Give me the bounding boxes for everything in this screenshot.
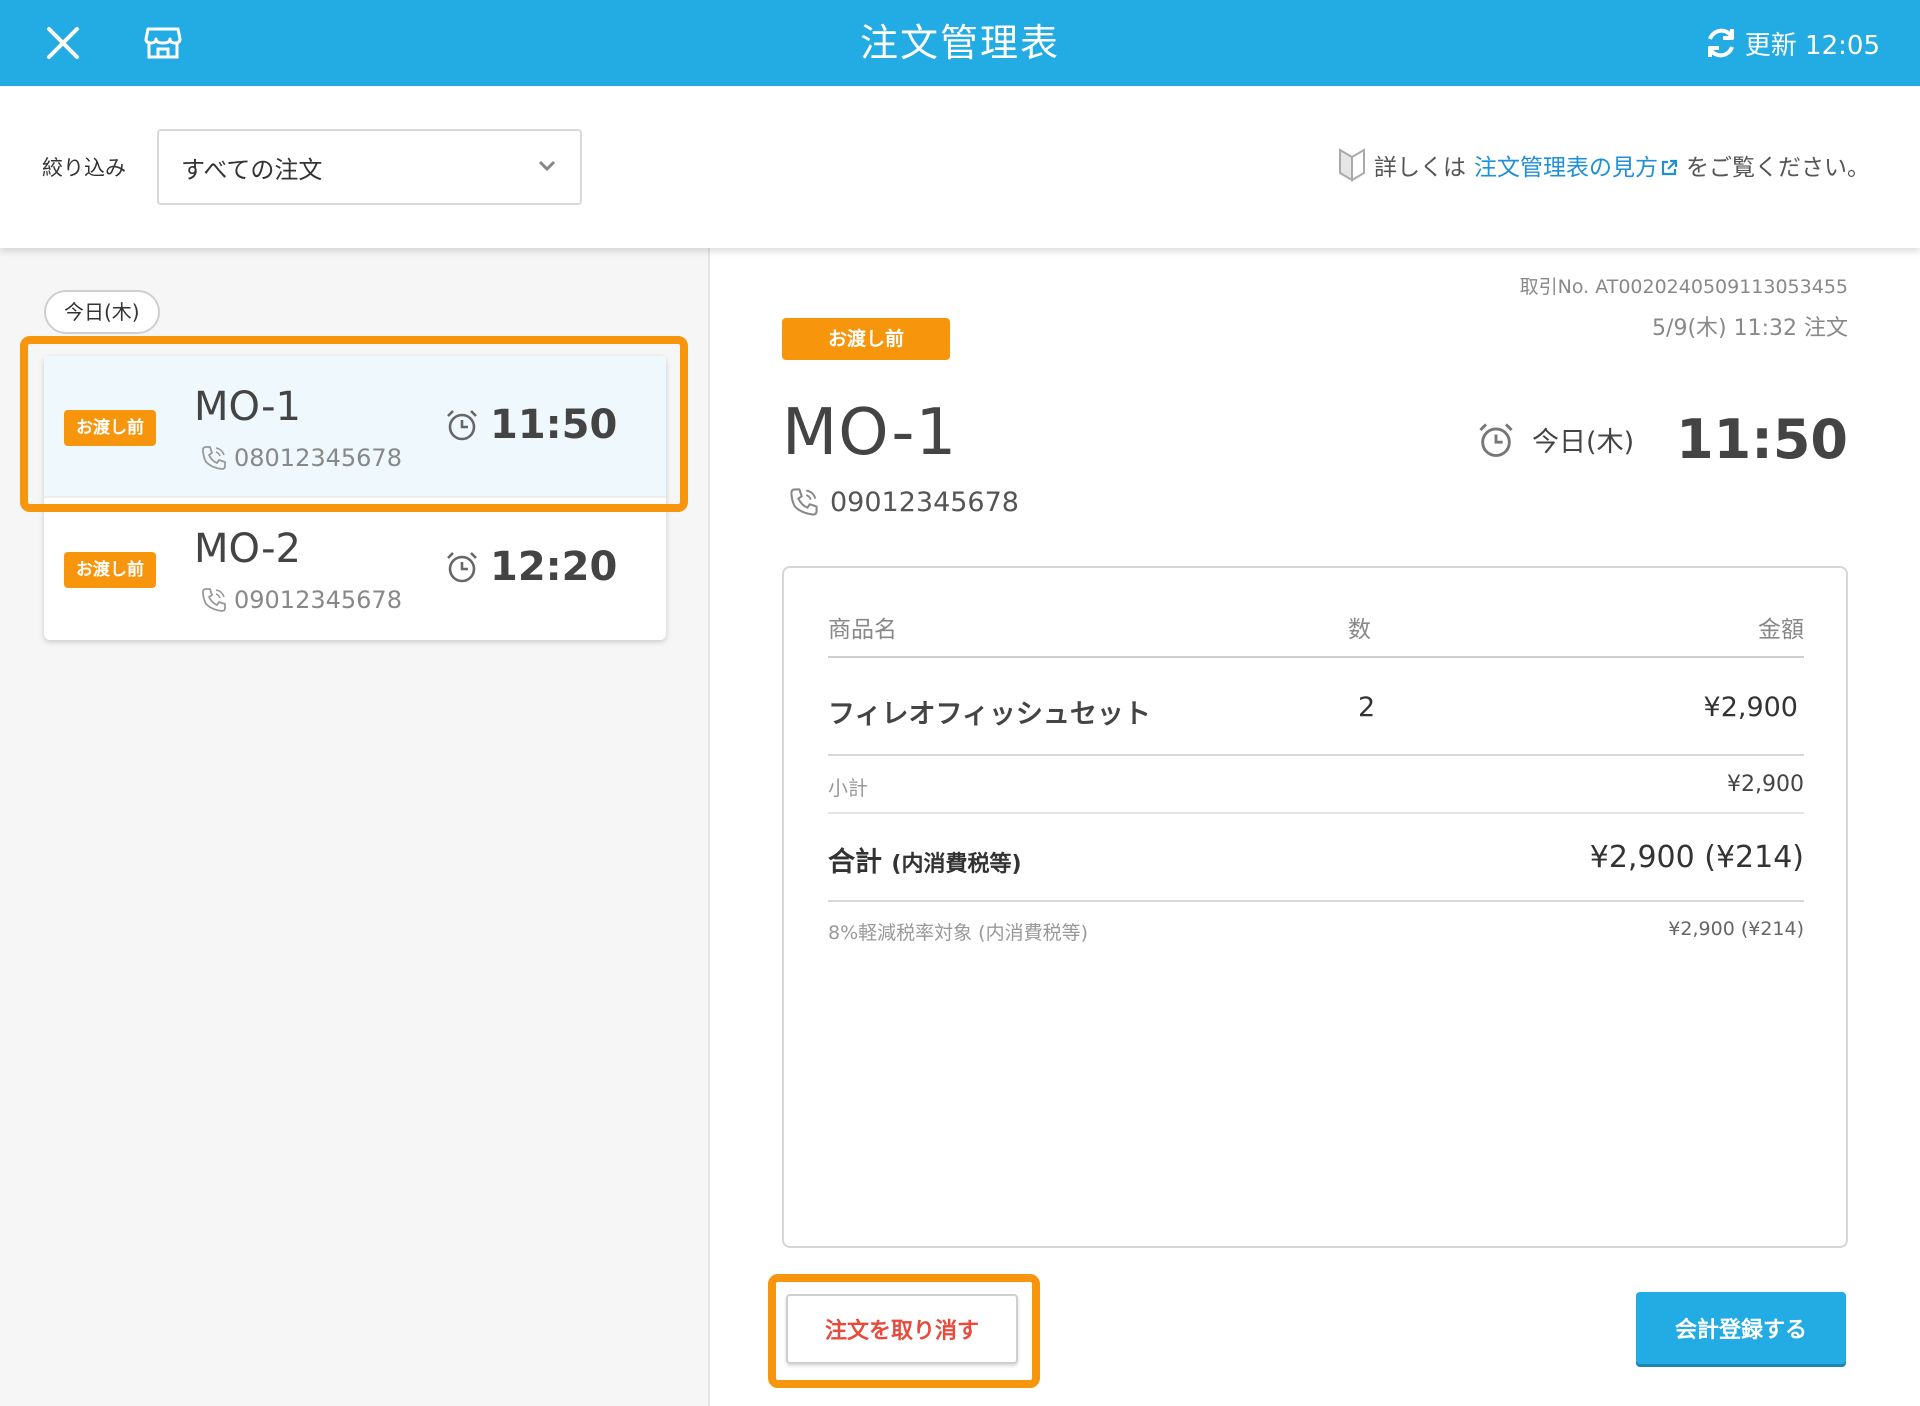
item-row: フィレオフィッシュセット 2 ¥2,900 — [828, 660, 1804, 756]
store-icon — [144, 27, 182, 59]
tax-row: 8%軽減税率対象 (内消費税等) ¥2,900 (¥214) — [828, 904, 1804, 958]
col-product: 商品名 — [828, 617, 897, 643]
app-header: 注文管理表 更新 12:05 — [0, 0, 1920, 86]
order-phone: 09012345678 — [200, 586, 402, 614]
order-time-value: 11:50 — [490, 402, 618, 448]
detail-phone: 09012345678 — [788, 486, 1019, 518]
item-name: フィレオフィッシュセット — [828, 699, 1151, 730]
detail-status-badge: お渡し前 — [782, 318, 951, 360]
order-name: MO-2 — [194, 526, 301, 572]
item-amount: ¥2,900 — [1703, 692, 1798, 723]
phone-icon — [202, 588, 226, 612]
beginner-mark-icon — [1339, 148, 1365, 182]
filter-bar: 絞り込み すべての注文 詳しくは 注文管理表の見方 をご覧ください。 — [0, 86, 1920, 248]
page-title: 注文管理表 — [859, 21, 1060, 65]
subtotal-label: 小計 — [828, 776, 868, 800]
info-suffix: をご覧ください。 — [1686, 155, 1870, 181]
detail-due: 今日(木) 11:50 — [1476, 408, 1848, 471]
items-header: 商品名 数 金額 — [828, 590, 1804, 658]
filter-select[interactable]: すべての注文 — [157, 129, 582, 205]
transaction-number: 取引No. AT0020240509113053455 — [1519, 276, 1848, 298]
subtotal-value: ¥2,900 — [1727, 772, 1804, 797]
status-badge: お渡し前 — [64, 410, 156, 446]
detail-order-name: MO-1 — [782, 396, 958, 470]
order-items-box: 商品名 数 金額 フィレオフィッシュセット 2 ¥2,900 小計 ¥2,900… — [782, 566, 1848, 1248]
col-amount: 金額 — [1758, 617, 1804, 643]
refresh-icon — [1707, 28, 1734, 58]
help-link[interactable]: 注文管理表の見方 — [1474, 148, 1678, 182]
chevron-down-icon — [538, 160, 556, 172]
tax-label: 8%軽減税率対象 (内消費税等) — [828, 922, 1089, 944]
subtotal-row: 小計 ¥2,900 — [828, 758, 1804, 814]
order-datetime: 5/9(木) 11:32 注文 — [1652, 316, 1848, 341]
detail-phone-number: 09012345678 — [830, 486, 1019, 518]
total-sub-label: (内消費税等) — [891, 852, 1022, 877]
phone-icon — [790, 488, 818, 516]
order-list: お渡し前 MO-1 08012345678 11:50 お渡し前 MO-2 09… — [44, 356, 666, 640]
refresh-button[interactable]: 更新 12:05 — [1703, 22, 1880, 64]
total-row: 合計 (内消費税等) ¥2,900 (¥214) — [828, 816, 1804, 902]
close-icon — [47, 27, 79, 59]
help-info: 詳しくは 注文管理表の見方 をご覧ください。 — [1338, 148, 1870, 182]
alarm-clock-icon — [447, 410, 477, 441]
due-day: 今日(木) — [1532, 427, 1635, 458]
order-phone-number: 09012345678 — [234, 586, 402, 614]
order-detail-pane: 取引No. AT0020240509113053455 5/9(木) 11:32… — [712, 248, 1920, 1406]
order-time: 11:50 — [444, 402, 617, 448]
date-pill: 今日(木) — [44, 290, 160, 334]
total-label-group: 合計 (内消費税等) — [828, 840, 1022, 879]
item-qty: 2 — [1358, 692, 1376, 723]
alarm-clock-icon — [447, 552, 477, 583]
refresh-label: 更新 12:05 — [1744, 30, 1880, 61]
help-link-text: 注文管理表の見方 — [1474, 155, 1658, 181]
order-name: MO-1 — [194, 384, 301, 430]
order-time-value: 12:20 — [490, 544, 618, 590]
close-button[interactable] — [40, 20, 86, 66]
info-prefix: 詳しくは — [1374, 155, 1466, 181]
order-time: 12:20 — [444, 544, 617, 590]
external-link-icon — [1661, 159, 1678, 176]
filter-label: 絞り込み — [42, 156, 126, 180]
order-phone: 08012345678 — [200, 444, 402, 472]
register-payment-button[interactable]: 会計登録する — [1636, 1292, 1846, 1364]
phone-icon — [202, 446, 226, 470]
total-value: ¥2,900 (¥214) — [1589, 840, 1804, 875]
order-card-mo-1[interactable]: お渡し前 MO-1 08012345678 11:50 — [44, 356, 666, 498]
tax-value: ¥2,900 (¥214) — [1668, 918, 1804, 940]
status-badge: お渡し前 — [64, 552, 156, 588]
order-card-mo-2[interactable]: お渡し前 MO-2 09012345678 12:20 — [44, 498, 666, 640]
due-time: 11:50 — [1676, 408, 1848, 471]
order-phone-number: 08012345678 — [234, 444, 402, 472]
filter-selected-value: すべての注文 — [181, 155, 323, 184]
col-qty: 数 — [1348, 617, 1371, 643]
total-label: 合計 — [828, 847, 882, 878]
alarm-clock-icon — [1479, 422, 1513, 457]
store-button[interactable] — [140, 20, 186, 66]
order-list-pane: 今日(木) お渡し前 MO-1 08012345678 11:50 お渡し前 M… — [0, 248, 710, 1406]
cancel-order-button[interactable]: 注文を取り消す — [786, 1294, 1018, 1364]
